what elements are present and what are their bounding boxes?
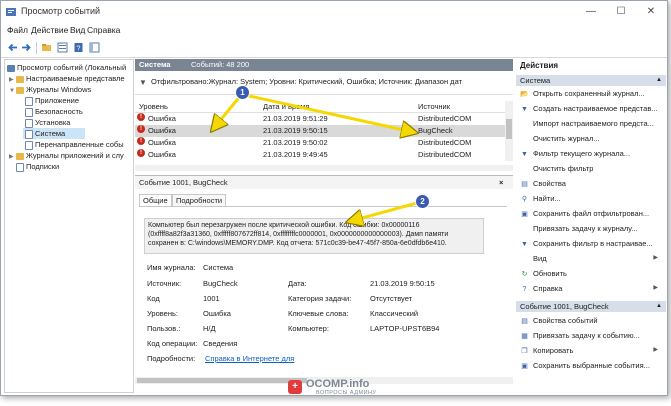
arrow-to-level-column [214, 94, 243, 128]
event-viewer-window: Просмотр событий — ☐ ✕ Файл Действие Вид… [0, 0, 668, 396]
annotation-arrows [1, 93, 667, 395]
annotation-badge-1: 1 [235, 85, 250, 100]
arrow-to-source-column [244, 93, 413, 132]
plus-logo-icon: + [288, 380, 302, 394]
arrow-to-description [351, 201, 418, 221]
annotation-badge-2: 2 [415, 194, 430, 209]
watermark-subtext: ВОПРОСЫ АДМИНУ [316, 390, 377, 396]
watermark-text: OCOMP.info [306, 378, 370, 390]
